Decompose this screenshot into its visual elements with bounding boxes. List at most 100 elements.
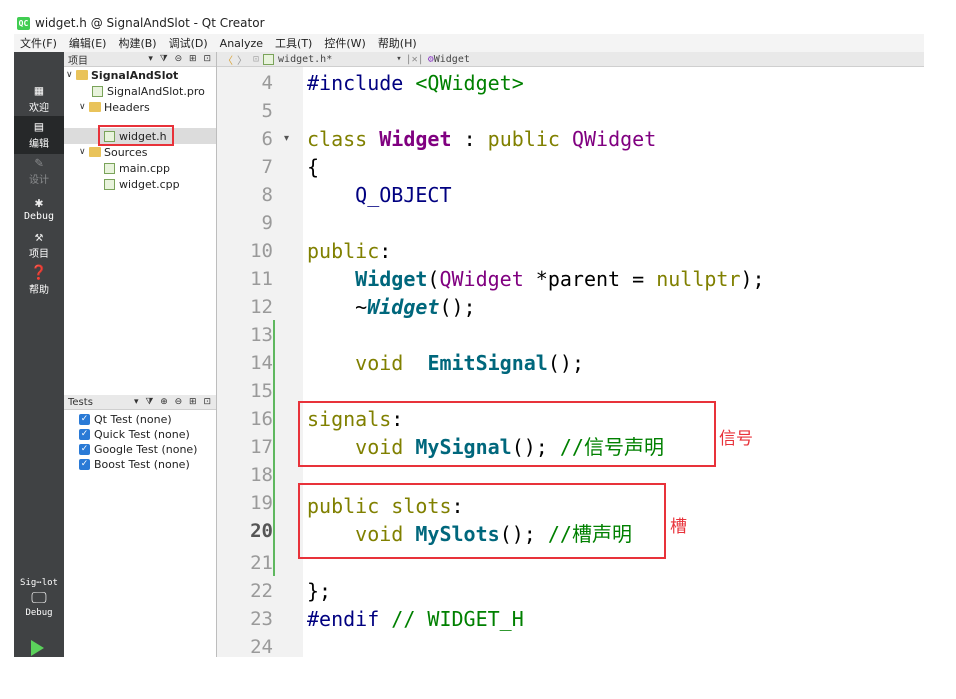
code-line-7[interactable]: {: [307, 153, 319, 181]
highlight-box-slots: [298, 483, 666, 559]
menu-debug[interactable]: 调试(D): [163, 35, 214, 51]
lock-icon: ⊡: [253, 53, 260, 65]
kit-selector[interactable]: Sig⋯lot 🖵 Debug: [14, 576, 64, 636]
test-item-quick[interactable]: ✓ Quick Test (none): [79, 427, 190, 442]
line-number: 9: [261, 212, 273, 234]
line-number: 18: [250, 464, 273, 486]
qt-creator-window: QC widget.h @ SignalAndSlot - Qt Creator…: [14, 12, 924, 658]
mode-design[interactable]: ✎ 设计: [14, 152, 64, 190]
code-line-4[interactable]: #include <QWidget>: [307, 69, 524, 97]
bug-icon: ✱: [34, 195, 44, 211]
line-number: 12: [250, 296, 273, 318]
annotation-signal: 信号: [719, 429, 753, 449]
folder-icon: [89, 147, 101, 157]
code-line-14[interactable]: void EmitSignal();: [307, 349, 584, 377]
wrench-icon: ⚒: [34, 229, 44, 245]
test-item-boost[interactable]: ✓ Boost Test (none): [79, 457, 190, 472]
kit-project-name: Sig⋯lot: [20, 578, 58, 588]
menu-widgets[interactable]: 控件(W): [318, 35, 371, 51]
test-item-qt[interactable]: ✓ Qt Test (none): [79, 412, 172, 427]
tree-node-main-cpp[interactable]: main.cpp: [104, 160, 170, 176]
menu-analyze[interactable]: Analyze: [214, 37, 269, 50]
tree-node-widget-cpp[interactable]: widget.cpp: [104, 176, 180, 192]
pro-file-icon: [92, 85, 103, 97]
editor-tab-filename[interactable]: widget.h*: [278, 54, 332, 65]
header-file-icon: [263, 53, 275, 65]
nav-back-icon[interactable]: 〈: [217, 52, 233, 67]
line-number-current: 20: [250, 520, 273, 542]
checkbox-checked-icon[interactable]: ✓: [79, 429, 90, 440]
mode-welcome[interactable]: ▦ 欢迎: [14, 80, 64, 118]
highlight-box-widget-h: [98, 125, 174, 146]
chevron-down-icon[interactable]: ▾: [396, 54, 401, 64]
source-file-icon: [104, 162, 115, 174]
mode-projects[interactable]: ⚒ 项目: [14, 226, 64, 264]
fold-marker-icon[interactable]: ▾: [284, 133, 289, 144]
project-tree: ∨ SignalAndSlot SignalAndSlot.pro ∨ Head…: [64, 67, 216, 392]
run-button[interactable]: [31, 640, 44, 656]
line-number: 10: [250, 240, 273, 262]
nav-forward-icon[interactable]: 〉: [233, 52, 247, 67]
line-number: 15: [250, 380, 273, 402]
pencil-icon: ✎: [34, 155, 44, 171]
highlight-box-signals: [298, 401, 716, 467]
symbol-selector[interactable]: Widget: [434, 54, 470, 65]
title-bar: QC widget.h @ SignalAndSlot - Qt Creator: [14, 12, 924, 34]
grid-icon: ▦: [34, 83, 44, 99]
tree-node-sources[interactable]: ∨ Sources: [79, 144, 148, 160]
menu-tools[interactable]: 工具(T): [269, 35, 318, 51]
tests-list: ✓ Qt Test (none) ✓ Quick Test (none) ✓ G…: [64, 410, 216, 657]
mode-selector: ▦ 欢迎 ▤ 编辑 ✎ 设计 ✱ Debug ⚒ 项目 ❓ 帮助 Sig⋯lot…: [14, 52, 64, 657]
tree-node-pro-file[interactable]: SignalAndSlot.pro: [92, 83, 205, 99]
checkbox-checked-icon[interactable]: ✓: [79, 414, 90, 425]
tests-toolbar-icons[interactable]: ▾ ⧩ ⊕ ⊖ ⊞ ⊡: [134, 397, 216, 407]
editor-toolbar: 〈 〉 ⊡ widget.h* ▾ |✕| ⚙ Widget: [217, 52, 924, 67]
checkbox-checked-icon[interactable]: ✓: [79, 459, 90, 470]
chevron-down-icon: ∨: [79, 102, 86, 112]
line-number: 17: [250, 436, 273, 458]
code-line-10[interactable]: public:: [307, 237, 391, 265]
project-panel-header: 项目 ▾ ⧩ ⊝ ⊞ ⊡: [64, 52, 216, 67]
menu-edit[interactable]: 编辑(E): [63, 35, 113, 51]
test-item-google[interactable]: ✓ Google Test (none): [79, 442, 197, 457]
code-line-8[interactable]: Q_OBJECT: [307, 181, 451, 209]
code-line-22[interactable]: };: [307, 577, 331, 605]
line-number: 24: [250, 636, 273, 658]
qt-creator-icon: QC: [17, 16, 30, 30]
chevron-down-icon: ∨: [79, 147, 86, 157]
chevron-down-icon: ∨: [66, 70, 73, 80]
panel-toolbar-icons[interactable]: ▾ ⧩ ⊝ ⊞ ⊡: [148, 54, 216, 64]
code-line-11[interactable]: Widget(QWidget *parent = nullptr);: [307, 265, 764, 293]
project-panel-title: 项目: [68, 55, 88, 67]
tree-node-headers[interactable]: ∨ Headers: [79, 99, 150, 115]
line-number: 14: [250, 352, 273, 374]
checkbox-checked-icon[interactable]: ✓: [79, 444, 90, 455]
tests-panel-header: Tests ▾ ⧩ ⊕ ⊖ ⊞ ⊡: [64, 395, 216, 410]
line-number: 6: [261, 128, 273, 150]
mode-help[interactable]: ❓ 帮助: [14, 262, 64, 300]
mode-debug[interactable]: ✱ Debug: [14, 190, 64, 228]
menu-build[interactable]: 构建(B): [112, 35, 162, 51]
line-number: 19: [250, 492, 273, 514]
modified-lines-marker: [273, 320, 275, 576]
project-folder-icon: [76, 70, 88, 80]
menu-file[interactable]: 文件(F): [14, 35, 63, 51]
line-number: 23: [250, 608, 273, 630]
line-number: 8: [261, 184, 273, 206]
code-line-12[interactable]: ~Widget();: [307, 293, 475, 321]
close-icon[interactable]: |✕|: [406, 54, 424, 65]
source-file-icon: [104, 178, 115, 190]
code-line-6[interactable]: class Widget : public QWidget: [307, 125, 656, 153]
monitor-icon: 🖵: [31, 588, 47, 607]
help-icon: ❓: [30, 265, 48, 281]
line-number: 11: [250, 268, 273, 290]
mode-edit[interactable]: ▤ 编辑: [14, 116, 64, 154]
code-line-23[interactable]: #endif // WIDGET_H: [307, 605, 524, 633]
line-number: 13: [250, 324, 273, 346]
tree-node-project[interactable]: ∨ SignalAndSlot: [66, 67, 178, 83]
kit-build-config: Debug: [25, 608, 53, 618]
menu-help[interactable]: 帮助(H): [372, 35, 423, 51]
tests-panel-title: Tests: [68, 396, 93, 408]
line-number: 22: [250, 580, 273, 602]
window-title: widget.h @ SignalAndSlot - Qt Creator: [35, 16, 265, 30]
